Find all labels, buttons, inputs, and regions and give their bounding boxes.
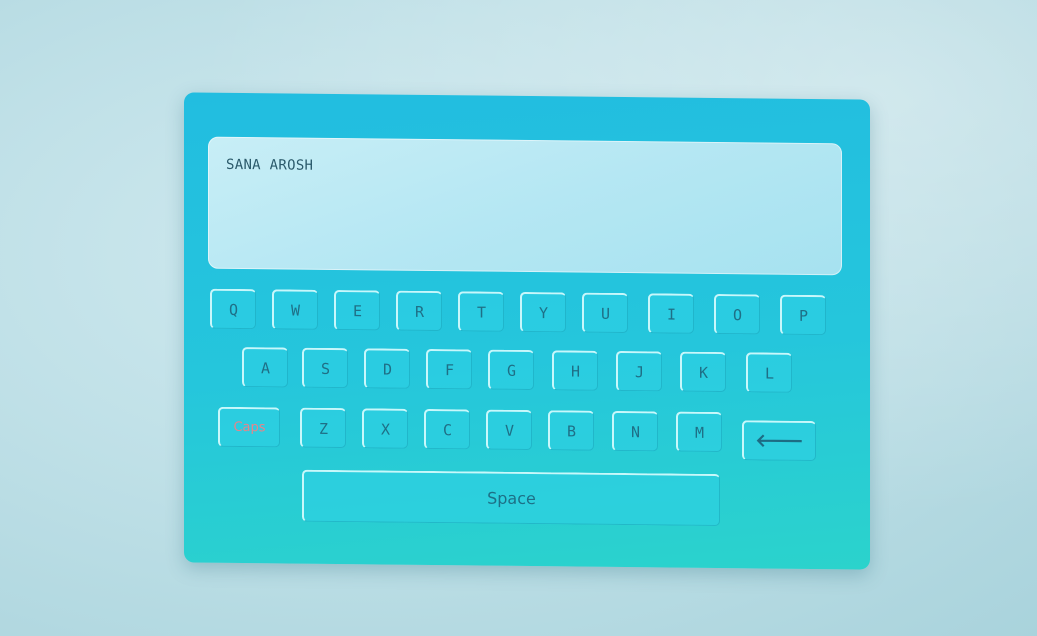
key-a[interactable]: A	[242, 347, 288, 388]
key-n[interactable]: N	[612, 410, 658, 452]
key-q[interactable]: Q	[210, 288, 256, 330]
key-d[interactable]: D	[364, 348, 410, 389]
key-c[interactable]: C	[424, 408, 470, 450]
key-u[interactable]: U	[582, 292, 628, 334]
key-o[interactable]: O	[714, 293, 760, 335]
key-f[interactable]: F	[426, 348, 472, 390]
typed-text: SANA AROSH	[226, 156, 314, 174]
key-v[interactable]: V	[486, 409, 532, 451]
key-b[interactable]: B	[548, 410, 594, 451]
key-w[interactable]: W	[272, 289, 318, 330]
key-g[interactable]: G	[488, 349, 534, 391]
left-arrow-icon: 🡐	[755, 430, 804, 452]
key-j[interactable]: J	[616, 350, 662, 392]
key-y[interactable]: Y	[520, 291, 566, 333]
key-i[interactable]: I	[648, 293, 694, 334]
backspace-key[interactable]: 🡐	[742, 420, 816, 462]
key-h[interactable]: H	[552, 350, 598, 391]
key-e[interactable]: E	[334, 289, 380, 331]
key-x[interactable]: X	[362, 408, 408, 449]
key-t[interactable]: T	[458, 291, 504, 332]
key-p[interactable]: P	[780, 294, 826, 336]
virtual-keyboard: SANA AROSH Q W E R T Y U I O P A S D F G…	[184, 92, 870, 570]
key-m[interactable]: M	[676, 411, 722, 453]
space-key[interactable]: Space	[302, 469, 720, 527]
key-z[interactable]: Z	[300, 407, 346, 449]
caps-lock-key[interactable]: Caps	[218, 406, 280, 448]
key-k[interactable]: K	[680, 351, 726, 393]
key-l[interactable]: L	[746, 352, 792, 393]
key-r[interactable]: R	[396, 290, 442, 332]
key-s[interactable]: S	[302, 347, 348, 389]
text-display[interactable]: SANA AROSH	[208, 136, 842, 276]
